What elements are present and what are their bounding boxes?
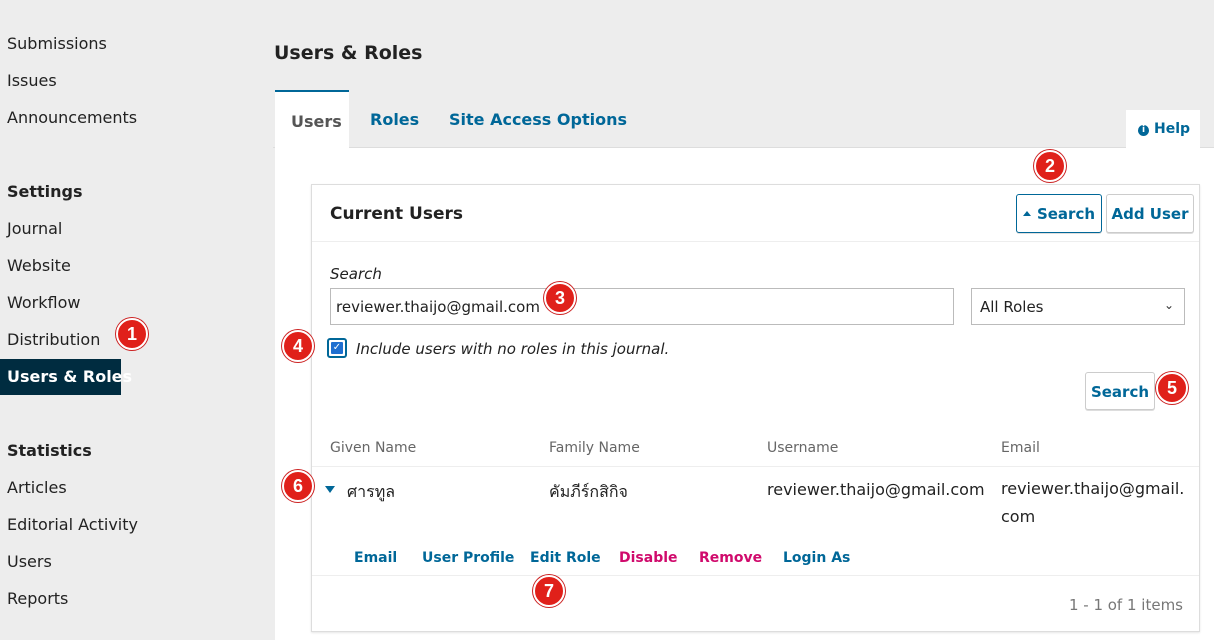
remove-action-link[interactable]: Remove <box>699 550 762 566</box>
column-header-email: Email <box>1001 440 1040 456</box>
roles-select[interactable]: All Roles ⌄ <box>971 288 1185 325</box>
annotation-marker: 6 <box>282 470 314 502</box>
sidebar-item-reports[interactable]: Reports <box>7 589 68 609</box>
search-toggle-button[interactable]: Search <box>1016 194 1102 233</box>
sidebar-item-workflow[interactable]: Workflow <box>7 293 80 313</box>
caret-up-icon <box>1022 211 1031 216</box>
column-header-username: Username <box>767 440 839 456</box>
column-header-family-name: Family Name <box>549 440 640 456</box>
roles-select-value: All Roles <box>980 298 1044 316</box>
tab-content: Current Users Search Add User Search All… <box>275 148 1214 640</box>
panel-header: Current Users Search Add User <box>312 185 1199 242</box>
sidebar-item-editorial-activity[interactable]: Editorial Activity <box>7 515 138 535</box>
checkmark-icon: ✓ <box>331 342 343 354</box>
annotation-marker: 2 <box>1034 150 1066 182</box>
email-action-link[interactable]: Email <box>354 550 397 566</box>
sidebar-heading-statistics: Statistics <box>7 441 92 460</box>
sidebar-item-distribution[interactable]: Distribution <box>7 330 100 350</box>
search-label: Search <box>330 265 382 283</box>
chevron-down-icon: ⌄ <box>1163 298 1174 312</box>
tab-users[interactable]: Users <box>275 90 349 149</box>
annotation-marker: 4 <box>282 330 314 362</box>
tab-bar: Users Roles Site Access Options <box>273 90 1214 149</box>
expand-row-icon[interactable] <box>325 486 335 493</box>
include-no-roles-label: Include users with no roles in this jour… <box>356 340 670 358</box>
sidebar-item-submissions[interactable]: Submissions <box>7 34 107 54</box>
sidebar-item-issues[interactable]: Issues <box>7 71 57 91</box>
current-users-panel: Current Users Search Add User Search All… <box>311 184 1200 632</box>
page-title: Users & Roles <box>274 42 423 64</box>
sidebar-item-announcements[interactable]: Announcements <box>7 108 137 128</box>
search-input[interactable] <box>330 288 954 325</box>
tab-site-access-options[interactable]: Site Access Options <box>449 90 627 148</box>
divider <box>312 575 1199 576</box>
annotation-marker: 3 <box>544 282 576 314</box>
edit-role-action-link[interactable]: Edit Role <box>530 550 601 566</box>
sidebar-item-users[interactable]: Users <box>7 552 52 572</box>
annotation-marker: 5 <box>1156 372 1188 404</box>
cell-given-name: ศารทูล <box>347 482 396 501</box>
help-label: Help <box>1154 121 1191 137</box>
sidebar-heading-settings: Settings <box>7 182 83 201</box>
search-toggle-label: Search <box>1036 205 1096 223</box>
user-profile-action-link[interactable]: User Profile <box>422 550 514 566</box>
cell-family-name: คัมภีร์กสิกิจ <box>549 482 628 501</box>
disable-action-link[interactable]: Disable <box>619 550 678 566</box>
help-button[interactable]: i Help <box>1126 110 1200 150</box>
sidebar-item-articles[interactable]: Articles <box>7 478 67 498</box>
annotation-marker: 7 <box>533 575 565 607</box>
annotation-marker: 1 <box>116 318 148 350</box>
cell-email: reviewer.thaijo@gmail.com <box>1001 479 1185 526</box>
search-submit-button[interactable]: Search <box>1085 372 1155 410</box>
login-as-action-link[interactable]: Login As <box>783 550 850 566</box>
add-user-button[interactable]: Add User <box>1106 194 1194 233</box>
tab-roles[interactable]: Roles <box>370 90 419 148</box>
sidebar-item-website[interactable]: Website <box>7 256 71 276</box>
cell-username: reviewer.thaijo@gmail.com <box>767 480 985 499</box>
sidebar-item-users-roles[interactable]: Users & Roles <box>0 359 132 395</box>
main-area: Users & Roles Users Roles Site Access Op… <box>273 0 1214 640</box>
panel-title: Current Users <box>330 204 463 224</box>
pagination-summary: 1 - 1 of 1 items <box>1068 596 1183 614</box>
sidebar-item-journal[interactable]: Journal <box>7 219 62 239</box>
column-header-given-name: Given Name <box>330 440 417 456</box>
info-icon: i <box>1138 125 1149 136</box>
divider <box>312 466 1199 467</box>
include-no-roles-checkbox[interactable]: ✓ <box>327 338 347 358</box>
